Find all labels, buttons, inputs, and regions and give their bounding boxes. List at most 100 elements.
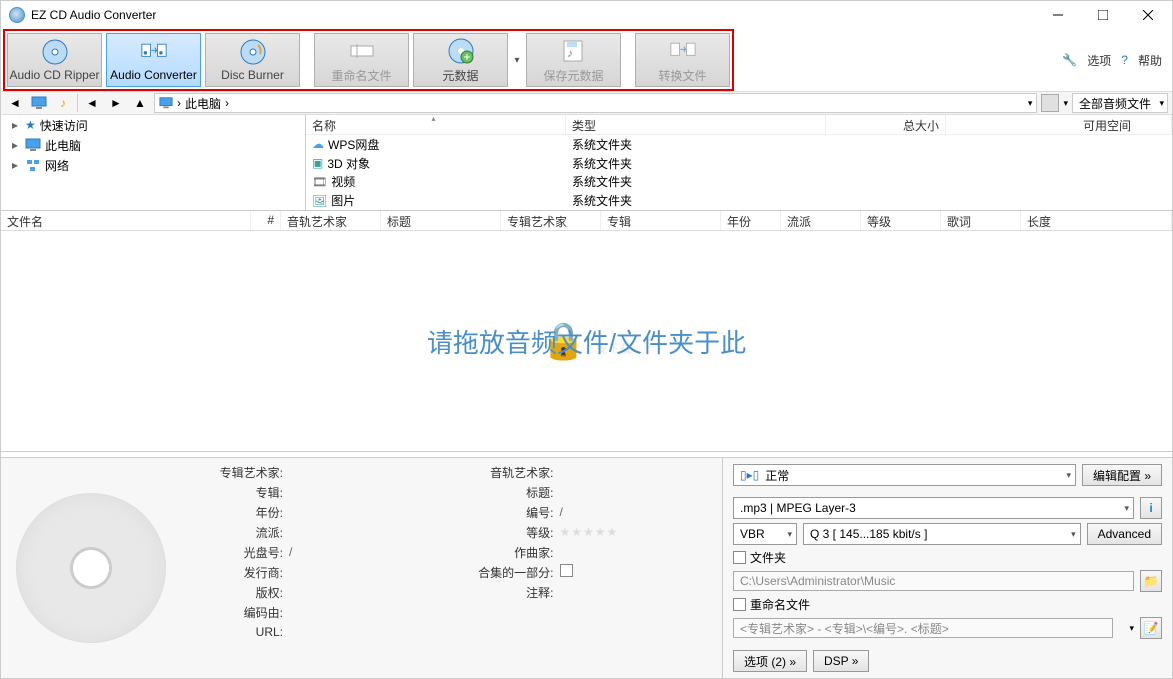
list-item[interactable]: 🖼图片系统文件夹 bbox=[306, 191, 1172, 210]
nav-next-button[interactable]: ► bbox=[106, 93, 126, 113]
drop-area[interactable]: 🔒 安下载 请拖放音频文件/文件夹于此 bbox=[1, 231, 1172, 451]
file-list[interactable]: 名称▴ 类型 总大小 可用空间 ☁WPS网盘系统文件夹 ▣3D 对象系统文件夹 … bbox=[306, 115, 1172, 210]
bottom-panels: 专辑艺术家: 专辑: 年份: 流派: 光盘号:/ 发行商: 版权: 编码由: U… bbox=[1, 457, 1172, 678]
audio-cd-ripper-label: Audio CD Ripper bbox=[9, 68, 99, 82]
rename-icon bbox=[348, 37, 376, 65]
list-item[interactable]: ▣3D 对象系统文件夹 bbox=[306, 154, 1172, 173]
output-folder-label: 文件夹 bbox=[750, 549, 786, 566]
convert-files-button[interactable]: 转换文件 bbox=[635, 33, 730, 87]
th-lyrics[interactable]: 歌词 bbox=[941, 211, 1021, 230]
audio-converter-button[interactable]: Audio Converter bbox=[106, 33, 201, 87]
convert-icon bbox=[140, 38, 168, 66]
quality-dropdown[interactable]: Q 3 [ 145...185 kbit/s ] bbox=[803, 523, 1081, 545]
col-type[interactable]: 类型 bbox=[566, 115, 826, 134]
edit-config-button[interactable]: 编辑配置 » bbox=[1082, 464, 1162, 486]
th-album[interactable]: 专辑 bbox=[601, 211, 721, 230]
profile-icon: ▯▸▯ bbox=[740, 468, 759, 482]
cd-icon bbox=[41, 38, 69, 66]
file-filter-dropdown[interactable]: 全部音频文件 bbox=[1072, 93, 1168, 113]
rename-files-button[interactable]: 重命名文件 bbox=[314, 33, 409, 87]
nav-up-button[interactable]: ▲ bbox=[130, 93, 150, 113]
nav-monitor-icon[interactable] bbox=[29, 93, 49, 113]
col-name[interactable]: 名称▴ bbox=[306, 115, 566, 134]
th-album-artist[interactable]: 专辑艺术家 bbox=[501, 211, 601, 230]
help-link[interactable]: 帮助 bbox=[1138, 52, 1162, 69]
options-button[interactable]: 选项 (2) » bbox=[733, 650, 807, 672]
th-num[interactable]: # bbox=[251, 211, 281, 230]
tree-network-label: 网络 bbox=[45, 157, 69, 174]
val-compilation[interactable] bbox=[560, 564, 715, 580]
breadcrumb-dropdown-icon[interactable]: ▾ bbox=[1028, 98, 1033, 109]
nav-music-icon[interactable]: ♪ bbox=[53, 93, 73, 113]
save-metadata-button[interactable]: ♪ 保存元数据 bbox=[526, 33, 621, 87]
val-disc-no[interactable]: / bbox=[289, 545, 444, 559]
metadata-icon bbox=[447, 37, 475, 65]
profile-label: 正常 bbox=[765, 467, 789, 484]
output-panel: ▯▸▯ 正常 编辑配置 » .mp3 | MPEG Layer-3 i VBR … bbox=[723, 458, 1172, 678]
folder-tree[interactable]: ▸★快速访问 ▸此电脑 ▸网络 bbox=[1, 115, 306, 210]
wrench-icon: 🔧 bbox=[1062, 53, 1077, 67]
format-dropdown[interactable]: .mp3 | MPEG Layer-3 bbox=[733, 497, 1134, 519]
th-genre[interactable]: 流派 bbox=[781, 211, 861, 230]
bitrate-mode-dropdown[interactable]: VBR bbox=[733, 523, 797, 545]
titlebar: EZ CD Audio Converter bbox=[1, 1, 1172, 29]
advanced-button[interactable]: Advanced bbox=[1087, 523, 1162, 545]
dsp-button[interactable]: DSP » bbox=[813, 650, 869, 672]
drop-hint: 请拖放音频文件/文件夹于此 bbox=[427, 323, 746, 360]
view-dropdown-icon[interactable]: ▾ bbox=[1063, 98, 1068, 109]
th-length[interactable]: 长度 bbox=[1021, 211, 1172, 230]
output-folder-input[interactable]: C:\Users\Administrator\Music bbox=[733, 571, 1134, 591]
save-metadata-icon: ♪ bbox=[560, 37, 588, 65]
tree-network[interactable]: ▸网络 bbox=[1, 155, 305, 175]
cover-art[interactable] bbox=[1, 458, 181, 678]
val-track-no[interactable]: / bbox=[560, 505, 715, 519]
view-mode-button[interactable] bbox=[1041, 94, 1059, 112]
convert-files-icon bbox=[669, 37, 697, 65]
metadata-dropdown[interactable] bbox=[512, 55, 522, 66]
rename-dropdown-icon[interactable]: ▾ bbox=[1129, 623, 1134, 634]
main-toolbar: Audio CD Ripper Audio Converter Disc Bur… bbox=[5, 31, 732, 89]
list-item[interactable]: 🎞视频系统文件夹 bbox=[306, 173, 1172, 192]
tree-this-pc-label: 此电脑 bbox=[45, 137, 81, 154]
options-link[interactable]: 选项 bbox=[1087, 52, 1111, 69]
minimize-button[interactable] bbox=[1035, 1, 1080, 29]
th-title[interactable]: 标题 bbox=[381, 211, 501, 230]
metadata-button[interactable]: 元数据 bbox=[413, 33, 508, 87]
nav-prev-button[interactable]: ◄ bbox=[82, 93, 102, 113]
tree-quick-access[interactable]: ▸★快速访问 bbox=[1, 115, 305, 135]
th-year[interactable]: 年份 bbox=[721, 211, 781, 230]
th-rating[interactable]: 等级 bbox=[861, 211, 941, 230]
lbl-title: 标题: bbox=[460, 484, 560, 501]
lbl-rating: 等级: bbox=[460, 524, 560, 541]
nav-back-button[interactable]: ◄ bbox=[5, 93, 25, 113]
disc-burner-button[interactable]: Disc Burner bbox=[205, 33, 300, 87]
rename-template-input[interactable]: <专辑艺术家> - <专辑>\<编号>. <标题> bbox=[733, 618, 1113, 638]
pc-icon bbox=[159, 96, 173, 110]
tree-quick-access-label: 快速访问 bbox=[40, 117, 88, 134]
cube-icon: ▣ bbox=[312, 156, 323, 170]
metadata-label: 元数据 bbox=[442, 67, 478, 84]
profile-dropdown[interactable]: ▯▸▯ 正常 bbox=[733, 464, 1076, 486]
rename-checkbox[interactable] bbox=[733, 598, 746, 611]
lbl-comment: 注释: bbox=[460, 584, 560, 601]
breadcrumb[interactable]: › 此电脑 › ▾ bbox=[154, 93, 1037, 113]
output-folder-checkbox[interactable] bbox=[733, 551, 746, 564]
rename-files-label: 重命名文件 bbox=[331, 67, 391, 84]
audio-cd-ripper-button[interactable]: Audio CD Ripper bbox=[7, 33, 102, 87]
close-button[interactable] bbox=[1125, 1, 1170, 29]
tree-this-pc[interactable]: ▸此电脑 bbox=[1, 135, 305, 155]
col-free[interactable]: 可用空间 bbox=[946, 115, 1172, 134]
rename-edit-button[interactable]: 📝 bbox=[1140, 617, 1162, 639]
file-browser: ▸★快速访问 ▸此电脑 ▸网络 名称▴ 类型 总大小 可用空间 ☁WPS网盘系统… bbox=[1, 115, 1172, 211]
browse-folder-button[interactable]: 📁 bbox=[1140, 570, 1162, 592]
lbl-encoded-by: 编码由: bbox=[189, 604, 289, 621]
compilation-checkbox[interactable] bbox=[560, 564, 573, 577]
th-filename[interactable]: 文件名 bbox=[1, 211, 251, 230]
format-info-button[interactable]: i bbox=[1140, 497, 1162, 519]
maximize-button[interactable] bbox=[1080, 1, 1125, 29]
col-size[interactable]: 总大小 bbox=[826, 115, 946, 134]
th-track-artist[interactable]: 音轨艺术家 bbox=[281, 211, 381, 230]
list-item[interactable]: ☁WPS网盘系统文件夹 bbox=[306, 135, 1172, 154]
lbl-compilation: 合集的一部分: bbox=[460, 564, 560, 581]
val-rating[interactable]: ★★★★★ bbox=[560, 525, 715, 539]
